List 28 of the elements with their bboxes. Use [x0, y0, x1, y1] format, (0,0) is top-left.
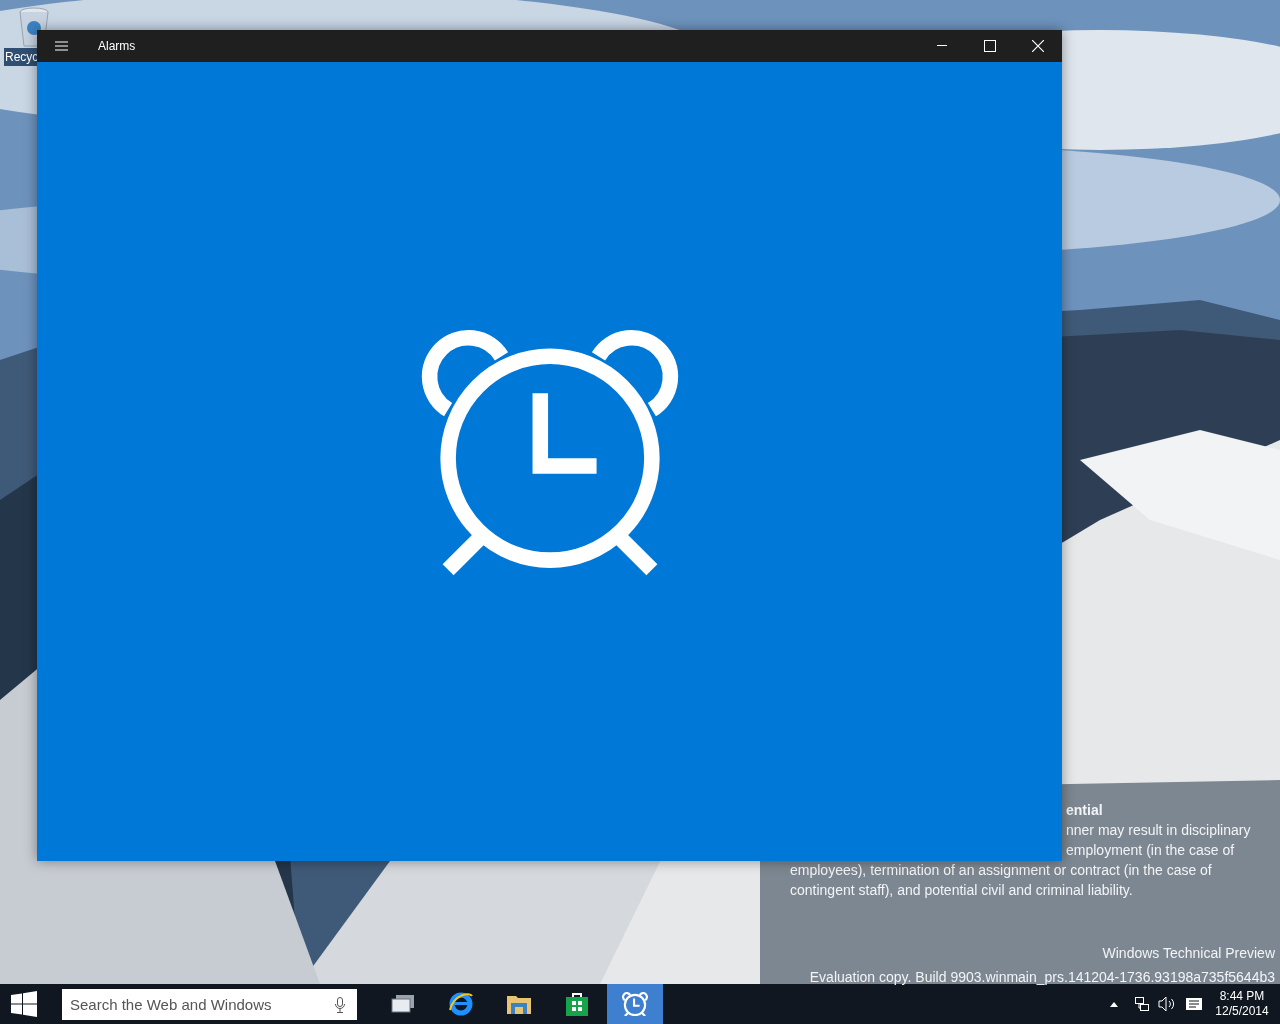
microphone-icon — [335, 996, 345, 1013]
network-icon[interactable] — [1134, 996, 1150, 1012]
message-icon[interactable] — [1186, 998, 1202, 1010]
store-icon — [565, 991, 589, 1017]
clock-time: 8:44 PM — [1219, 989, 1265, 1004]
clock-button[interactable]: 8:44 PM 12/5/2014 — [1212, 989, 1272, 1019]
close-icon — [1032, 40, 1044, 52]
notice-text: employment (in the case of — [1066, 841, 1236, 860]
windows-logo-icon — [11, 991, 37, 1017]
maximize-icon — [984, 40, 996, 52]
icon-label: Recyc — [4, 48, 40, 66]
caret-up-icon[interactable] — [1110, 1001, 1118, 1007]
notice-text: contingent staff), and potential civil and criminal liability. — [790, 881, 1134, 900]
notice-text: employees), termination of an assignment or contract (in the case of — [790, 861, 1212, 880]
search-field[interactable]: Search the Web and Windows — [62, 988, 357, 1020]
notice-text: nner may result in disciplinary — [1066, 821, 1251, 840]
menu-icon — [54, 41, 68, 51]
build-text: Windows Technical Preview — [1102, 944, 1275, 963]
folder-icon — [506, 993, 532, 1015]
alarm-clock-icon — [622, 991, 648, 1017]
task-view-icon — [391, 994, 415, 1014]
volume-icon[interactable] — [1158, 996, 1176, 1012]
clock-date: 12/5/2014 — [1215, 1004, 1269, 1019]
notice-heading: ential — [1066, 801, 1104, 820]
build-text: Evaluation copy. Build 9903.winmain_prs.141204-1736.93198a735f5644b3 — [809, 968, 1275, 987]
browser-icon — [448, 992, 474, 1016]
minimize-icon — [937, 45, 947, 47]
window-title: Alarms — [98, 38, 136, 55]
